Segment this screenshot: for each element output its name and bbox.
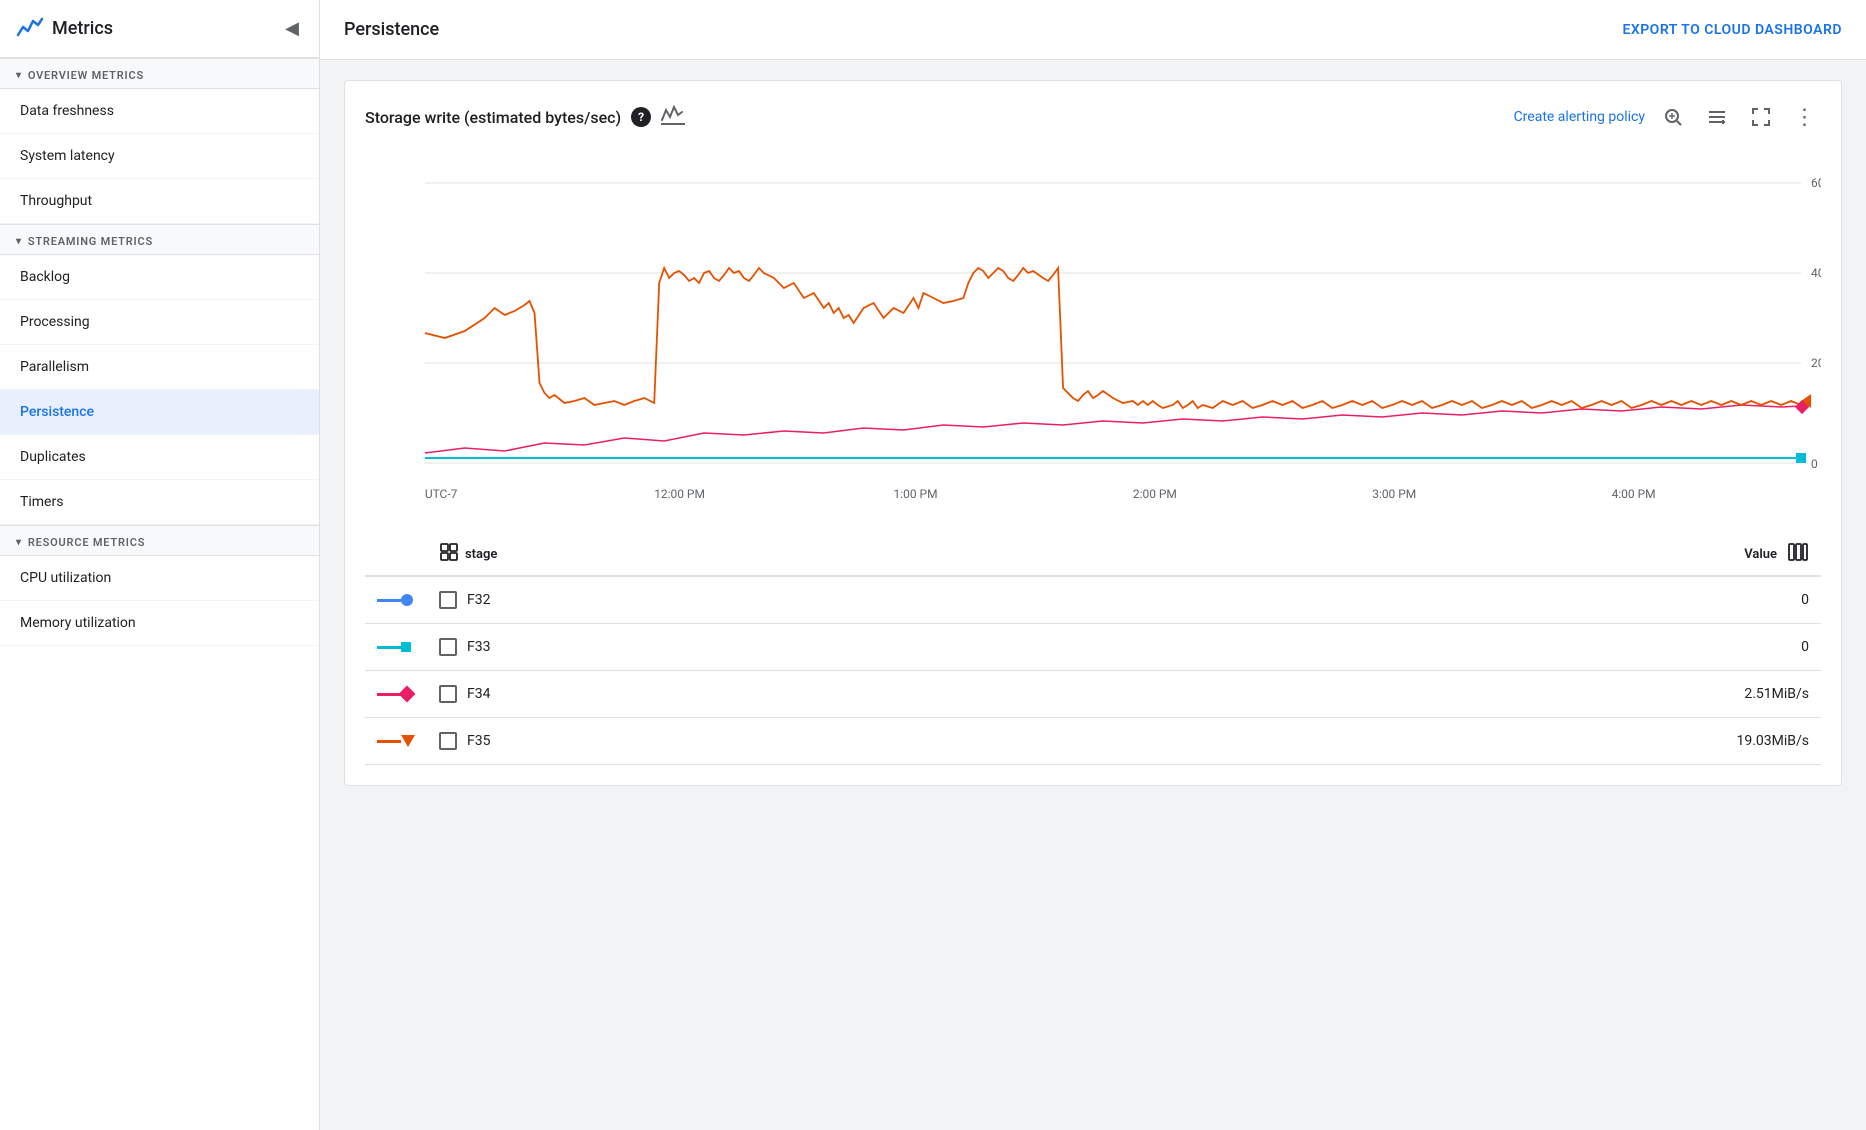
sidebar-item-duplicates[interactable]: Duplicates — [0, 435, 319, 480]
section-header-streaming: ▾ STREAMING METRICS — [0, 224, 319, 255]
table-row: F34 2.51MiB/s — [365, 671, 1821, 718]
help-icon[interactable]: ? — [631, 107, 651, 127]
section-header-resource: ▾ RESOURCE METRICS — [0, 525, 319, 556]
chart-svg: 60MiB/s 40MiB/s 20MiB/s 0 UTC-7 12:00 PM… — [365, 153, 1821, 513]
row-checkbox[interactable] — [439, 638, 457, 656]
sidebar-item-cpu-utilization[interactable]: CPU utilization — [0, 556, 319, 601]
search-icon-button[interactable] — [1657, 101, 1689, 133]
sidebar-item-backlog[interactable]: Backlog — [0, 255, 319, 300]
sidebar: Metrics ◀ ▾ OVERVIEW METRICS Data freshn… — [0, 0, 320, 1130]
row-checkbox[interactable] — [439, 732, 457, 750]
table-header-stage: stage — [427, 533, 1069, 576]
sidebar-header: Metrics ◀ — [0, 0, 319, 58]
svg-text:UTC-7: UTC-7 — [425, 487, 458, 501]
data-table: stage Value — [365, 533, 1821, 765]
columns-view-icon[interactable] — [1787, 541, 1809, 567]
row-indicator-cell — [365, 718, 427, 765]
f33-indicator — [377, 642, 411, 652]
table-row: F33 0 — [365, 624, 1821, 671]
table-header-checkbox-col — [365, 533, 427, 576]
row-indicator-cell — [365, 671, 427, 718]
chevron-down-icon-streaming: ▾ — [16, 236, 22, 247]
svg-text:0: 0 — [1811, 457, 1818, 471]
svg-text:40MiB/s: 40MiB/s — [1811, 266, 1821, 280]
svg-text:1:00 PM: 1:00 PM — [894, 487, 938, 501]
sidebar-item-timers[interactable]: Timers — [0, 480, 319, 525]
stage-cell: F33 — [427, 624, 1069, 671]
svg-text:60MiB/s: 60MiB/s — [1811, 176, 1821, 190]
create-alerting-policy-link[interactable]: Create alerting policy — [1514, 109, 1645, 125]
stage-grid-icon — [439, 542, 459, 566]
sidebar-item-system-latency[interactable]: System latency — [0, 134, 319, 179]
fullscreen-icon-button[interactable] — [1745, 101, 1777, 133]
top-bar: Persistence EXPORT TO CLOUD DASHBOARD — [320, 0, 1866, 60]
sidebar-collapse-button[interactable]: ◀ — [281, 14, 303, 43]
svg-text:4:00 PM: 4:00 PM — [1612, 487, 1656, 501]
value-cell: 2.51MiB/s — [1069, 671, 1821, 718]
more-options-button[interactable]: ⋮ — [1789, 101, 1821, 133]
metrics-wave-icon[interactable] — [661, 105, 685, 130]
svg-text:12:00 PM: 12:00 PM — [654, 487, 705, 501]
chart-title: Storage write (estimated bytes/sec) — [365, 108, 621, 127]
chart-card: Storage write (estimated bytes/sec) ? Cr… — [344, 80, 1842, 786]
table-row: F32 0 — [365, 576, 1821, 624]
f34-indicator — [377, 688, 413, 700]
svg-text:2:00 PM: 2:00 PM — [1133, 487, 1177, 501]
chevron-down-icon: ▾ — [16, 70, 22, 81]
export-button[interactable]: EXPORT TO CLOUD DASHBOARD — [1622, 22, 1842, 38]
table-header-value: Value — [1069, 533, 1821, 576]
content-area: Storage write (estimated bytes/sec) ? Cr… — [320, 60, 1866, 1130]
value-cell: 0 — [1069, 576, 1821, 624]
row-checkbox[interactable] — [439, 591, 457, 609]
chevron-down-icon-resource: ▾ — [16, 537, 22, 548]
app-logo: Metrics — [16, 15, 113, 43]
stage-cell: F34 — [427, 671, 1069, 718]
main-content: Persistence EXPORT TO CLOUD DASHBOARD St… — [320, 0, 1866, 1130]
table-row: F35 19.03MiB/s — [365, 718, 1821, 765]
sidebar-item-processing[interactable]: Processing — [0, 300, 319, 345]
chart-header: Storage write (estimated bytes/sec) ? Cr… — [365, 101, 1821, 133]
compare-icon-button[interactable] — [1701, 101, 1733, 133]
chart-actions: Create alerting policy ⋮ — [1514, 101, 1821, 133]
stage-cell: F32 — [427, 576, 1069, 624]
sidebar-item-throughput[interactable]: Throughput — [0, 179, 319, 224]
svg-text:20MiB/s: 20MiB/s — [1811, 356, 1821, 370]
page-title: Persistence — [344, 19, 439, 40]
section-header-overview: ▾ OVERVIEW METRICS — [0, 58, 319, 89]
metrics-logo-icon — [16, 15, 44, 43]
sidebar-item-data-freshness[interactable]: Data freshness — [0, 89, 319, 134]
app-title: Metrics — [52, 18, 113, 39]
row-checkbox[interactable] — [439, 685, 457, 703]
chart-container: 60MiB/s 40MiB/s 20MiB/s 0 UTC-7 12:00 PM… — [365, 153, 1821, 513]
stage-cell: F35 — [427, 718, 1069, 765]
sidebar-item-memory-utilization[interactable]: Memory utilization — [0, 601, 319, 646]
sidebar-item-parallelism[interactable]: Parallelism — [0, 345, 319, 390]
f32-indicator — [377, 594, 413, 606]
f35-indicator — [377, 735, 415, 747]
svg-text:3:00 PM: 3:00 PM — [1372, 487, 1416, 501]
value-cell: 0 — [1069, 624, 1821, 671]
value-cell: 19.03MiB/s — [1069, 718, 1821, 765]
row-indicator-cell — [365, 624, 427, 671]
row-indicator-cell — [365, 576, 427, 624]
sidebar-item-persistence[interactable]: Persistence — [0, 390, 319, 435]
